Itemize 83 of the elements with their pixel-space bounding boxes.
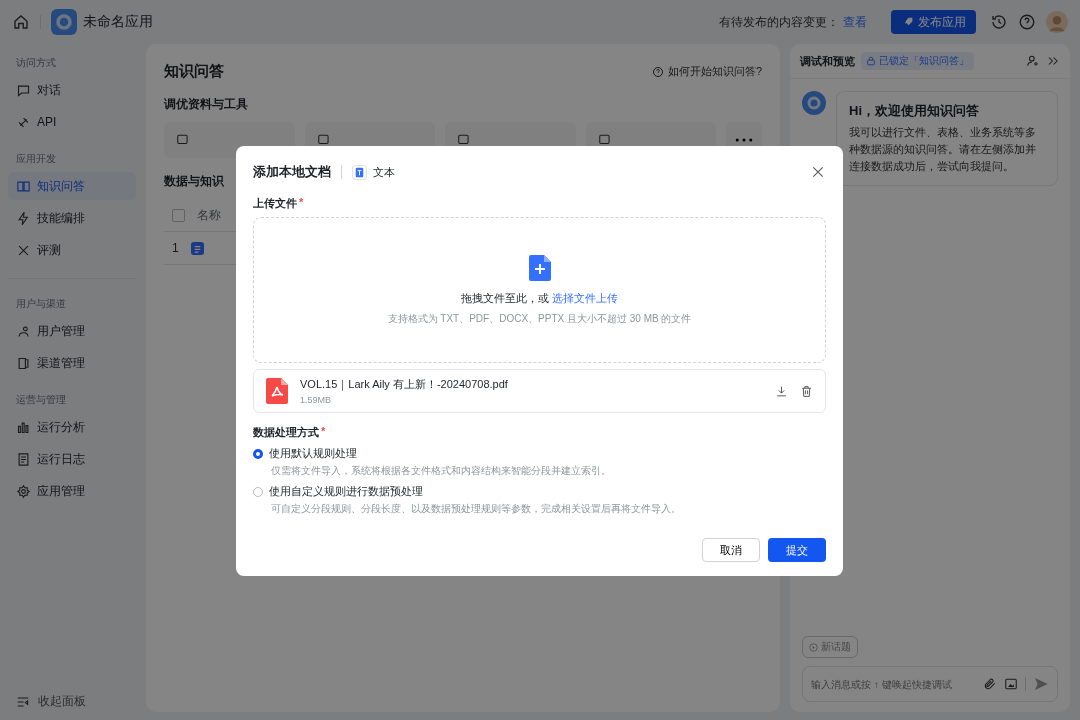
help-link[interactable]: 如何开始知识问答? [651, 64, 762, 79]
select-all-checkbox[interactable] [172, 208, 185, 222]
sidebar-item[interactable]: 渠道管理 [8, 349, 136, 377]
required-mark: * [299, 196, 304, 210]
download-icon[interactable] [775, 384, 788, 398]
menu-item-icon [16, 451, 31, 467]
dialog-title: 添加本地文档 [253, 163, 331, 181]
close-icon[interactable] [810, 164, 826, 180]
menu-item-icon [16, 355, 31, 371]
file-drop-zone[interactable]: 拖拽文件至此，或 选择文件上传 支持格式为 TXT、PDF、DOCX、PPTX 且大小不超过 30 MB 的文件 [253, 217, 826, 363]
collapse-panel-button[interactable]: 收起面板 [8, 693, 136, 712]
app-name: 未命名应用 [83, 13, 153, 31]
column-header: 名称 [197, 206, 221, 224]
field-label: 数据处理方式 [253, 425, 319, 440]
home-icon[interactable] [12, 13, 30, 31]
field-label: 上传文件 [253, 196, 297, 211]
lock-icon [866, 56, 876, 66]
lock-badge: 已锁定「知识问答」 [861, 52, 974, 70]
app-logo-icon [51, 9, 77, 35]
text-file-icon [352, 164, 367, 180]
sidebar-section-title: 用户与渠道 [16, 297, 67, 311]
radio-option[interactable]: 使用自定义规则进行数据预处理 [253, 484, 826, 499]
help-icon[interactable] [1018, 13, 1036, 31]
menu-item-icon [16, 483, 31, 499]
pending-changes-label: 有待发布的内容变更： [719, 13, 839, 31]
section-title: 调优资料与工具 [164, 97, 249, 112]
tool-icon [597, 133, 612, 147]
sidebar-item[interactable]: 技能编排 [8, 204, 136, 232]
user-settings-icon[interactable] [1026, 54, 1040, 68]
image-icon[interactable] [1004, 677, 1018, 691]
menu-item-icon [16, 323, 31, 339]
radio-option[interactable]: 使用默认规则处理 [253, 446, 826, 461]
sidebar-item[interactable]: 评测 [8, 236, 136, 264]
sidebar-item[interactable]: 运行分析 [8, 413, 136, 441]
document-type-label: 文本 [373, 164, 395, 180]
required-mark: * [321, 425, 326, 439]
page-title: 知识问答 [164, 62, 224, 81]
sidebar-section-title: 访问方式 [16, 56, 57, 70]
format-hint: 支持格式为 TXT、PDF、DOCX、PPTX 且大小不超过 30 MB 的文件 [387, 311, 692, 326]
publish-button[interactable]: 发布应用 [891, 10, 976, 34]
radio-button[interactable] [253, 448, 263, 459]
greeting-text: 我可以进行文件、表格、业务系统等多种数据源的知识问答。请在左侧添加并连接数据成功后，尝试向我提问。 [849, 125, 1037, 175]
history-icon[interactable] [990, 13, 1008, 31]
sidebar-item[interactable]: API [8, 108, 136, 136]
submit-button[interactable]: 提交 [768, 538, 826, 562]
sidebar-item[interactable]: 对话 [8, 76, 136, 104]
menu-item-icon [16, 419, 31, 435]
menu-item-icon [16, 178, 31, 194]
delete-icon[interactable] [800, 384, 813, 398]
sidebar-section-title: 应用开发 [16, 152, 57, 166]
sidebar-item[interactable]: 应用管理 [8, 477, 136, 505]
tool-icon [457, 133, 471, 147]
tool-icon [316, 133, 331, 147]
file-name: VOL.15｜Lark Aily 有上新！-20240708.pdf [300, 377, 508, 392]
attachment-icon[interactable] [983, 677, 997, 691]
panel-title: 调试和预览 [800, 53, 855, 69]
expand-icon[interactable] [1046, 54, 1060, 68]
bot-avatar [802, 91, 826, 115]
menu-item-icon [16, 82, 31, 98]
option-description: 仅需将文件导入，系统将根据各文件格式和内容结构来智能分段并建立索引。 [271, 464, 612, 478]
add-file-icon [528, 254, 551, 281]
sidebar-item[interactable]: 知识问答 [8, 172, 136, 200]
more-icon [735, 137, 753, 143]
view-link[interactable]: 查看 [843, 13, 867, 31]
document-icon [190, 241, 204, 255]
file-size: 1.59MB [300, 395, 333, 405]
row-number: 1 [172, 241, 179, 255]
choose-file-link[interactable]: 选择文件上传 [552, 291, 619, 304]
help-icon [651, 65, 664, 78]
sidebar-item[interactable]: 用户管理 [8, 317, 136, 345]
menu-item-icon [16, 210, 31, 226]
collapse-icon [16, 694, 30, 709]
sidebar-section-title: 运营与管理 [16, 393, 67, 407]
tool-icon [176, 133, 190, 147]
pdf-file-icon [266, 378, 288, 404]
send-icon[interactable] [1033, 676, 1049, 692]
play-icon [809, 642, 818, 652]
sidebar-item[interactable]: 运行日志 [8, 445, 136, 473]
option-description: 可自定义分段规则、分段长度、以及数据预处理规则等参数，完成相关设置后再将文件导入。 [271, 502, 682, 516]
section-title: 数据与知识 [164, 174, 225, 189]
drop-instruction: 拖拽文件至此，或 [460, 291, 549, 304]
cancel-button[interactable]: 取消 [702, 538, 760, 562]
greeting-title: Hi，欢迎使用知识问答 [849, 102, 980, 120]
